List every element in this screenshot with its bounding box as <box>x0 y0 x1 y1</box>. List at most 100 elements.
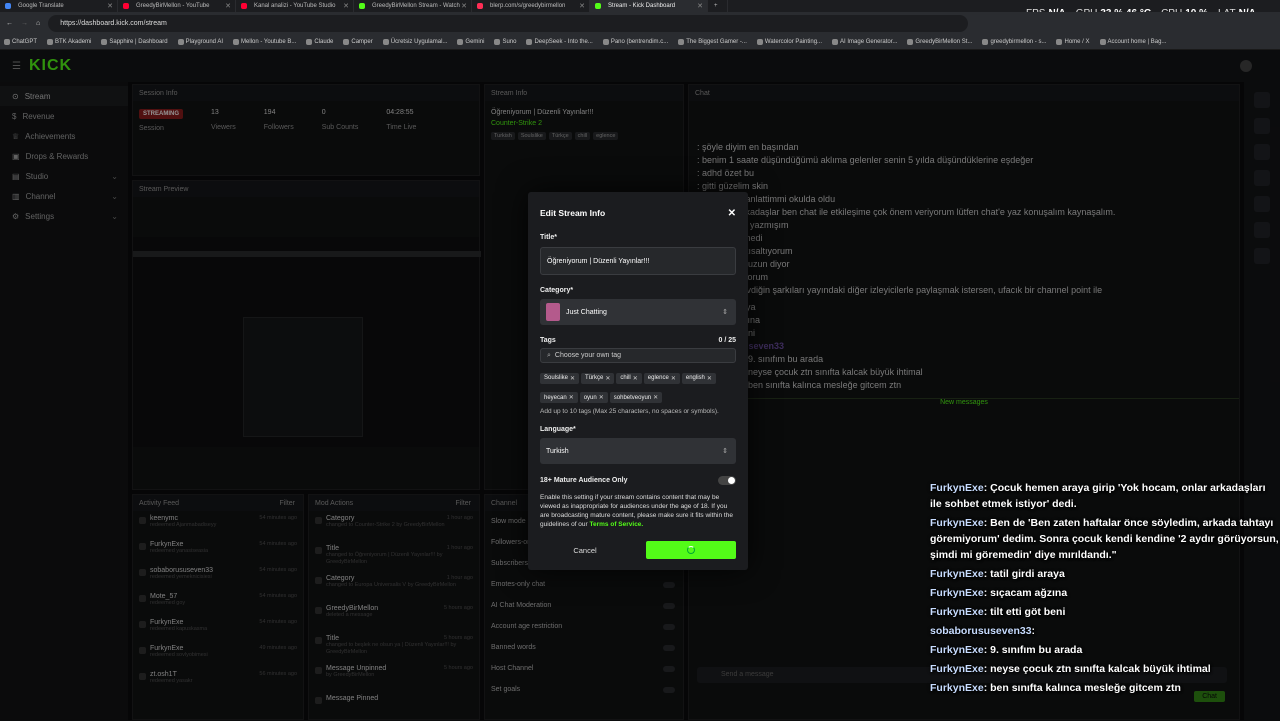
bookmark[interactable]: Sapphire | Dashboard <box>101 39 168 45</box>
sidebar-item-channel[interactable]: ▥ Channel ⌄ <box>0 186 128 206</box>
channel-setting[interactable]: Banned words <box>485 637 683 658</box>
close-icon[interactable]: ✕ <box>599 394 604 401</box>
toggle[interactable] <box>663 581 675 588</box>
bookmark[interactable]: Suno <box>494 39 516 45</box>
browser-tab[interactable]: Kanal analizi - YouTube Studio ✕ <box>236 0 354 12</box>
close-icon[interactable]: ✕ <box>569 394 574 401</box>
filter-button[interactable]: Filter <box>279 500 295 507</box>
sidebar-item-studio[interactable]: ▤ Studio ⌄ <box>0 166 128 186</box>
activity-user[interactable]: keenymc <box>150 515 216 522</box>
activity-user[interactable]: Mote_57 <box>150 593 185 600</box>
back-icon[interactable]: ← <box>6 20 13 27</box>
bookmark[interactable]: Watercolor Painting... <box>756 39 822 45</box>
rail-button[interactable] <box>1254 170 1270 186</box>
rail-button[interactable] <box>1254 196 1270 212</box>
close-icon[interactable]: ✕ <box>461 2 467 10</box>
mature-toggle[interactable] <box>718 476 736 485</box>
bookmark[interactable]: Camper <box>343 39 373 45</box>
toggle[interactable] <box>663 665 675 672</box>
close-icon[interactable]: ✕ <box>579 2 585 10</box>
tag-chip[interactable]: Soulslike ✕ <box>540 372 580 384</box>
browser-tab-active[interactable]: Stream - Kick Dashboard ✕ <box>590 0 708 12</box>
rail-button[interactable] <box>1254 118 1270 134</box>
close-icon[interactable]: ✕ <box>671 375 676 382</box>
tag-chip[interactable]: eglence ✕ <box>643 372 680 384</box>
bookmark[interactable]: Gemini <box>457 39 484 45</box>
close-icon[interactable]: ✕ <box>653 394 658 401</box>
tag-chip[interactable]: sohbetveoyun ✕ <box>609 392 663 403</box>
activity-user[interactable]: FurkynExe <box>150 645 208 652</box>
avatar[interactable] <box>1240 60 1252 72</box>
bookmark[interactable]: Mellon - Youtube B... <box>233 39 296 45</box>
toggle[interactable] <box>663 686 675 693</box>
tag-chip[interactable]: oyun ✕ <box>579 392 608 403</box>
bookmark[interactable]: ChatGPT <box>4 39 37 45</box>
new-messages-divider[interactable]: New messages <box>689 398 1239 406</box>
browser-tab[interactable]: blerp.com/s/greedybirmellon ✕ <box>472 0 590 12</box>
sidebar-item-stream[interactable]: ⊙ Stream <box>0 86 128 106</box>
browser-tab[interactable]: GreedyBirMellon - YouTube ✕ <box>118 0 236 12</box>
bookmark[interactable]: Ücretsiz Uygulamal... <box>382 39 447 45</box>
bookmark[interactable]: The Biggest Gamer -... <box>678 39 747 45</box>
bookmark[interactable]: Pano (bentrendim.c... <box>602 39 668 45</box>
tag-input[interactable]: ⌕ Choose your own tag <box>540 348 736 363</box>
rail-button[interactable] <box>1254 248 1270 264</box>
menu-icon[interactable]: ☰ <box>12 61 21 72</box>
sidebar-item-drops[interactable]: ▣ Drops & Rewards <box>0 146 128 166</box>
sidebar-item-revenue[interactable]: $ Revenue <box>0 106 128 126</box>
toggle[interactable] <box>663 623 675 630</box>
channel-setting[interactable]: AI Chat Moderation <box>485 595 683 616</box>
close-icon[interactable]: ✕ <box>343 2 349 10</box>
preview-video[interactable] <box>133 237 481 447</box>
toggle[interactable] <box>663 644 675 651</box>
browser-tab[interactable]: Google Translate ✕ <box>0 0 118 12</box>
channel-setting[interactable]: Set goals <box>485 679 683 700</box>
close-icon[interactable]: ✕ <box>570 375 575 382</box>
rail-button[interactable] <box>1254 222 1270 238</box>
new-tab-button[interactable]: + <box>708 0 728 12</box>
home-icon[interactable]: ⌂ <box>36 20 40 27</box>
rail-button[interactable] <box>1254 144 1270 160</box>
activity-user[interactable]: zt.osh1T <box>150 671 193 678</box>
bookmark[interactable]: greedybirmellon - s... <box>982 39 1046 45</box>
browser-tab[interactable]: GreedyBirMellon Stream - Watch ✕ <box>354 0 472 12</box>
title-input[interactable]: Öğreniyorum | Düzenli Yayınlar!!! <box>540 247 736 275</box>
close-icon[interactable]: ✕ <box>107 2 113 10</box>
filter-button[interactable]: Filter <box>455 500 471 507</box>
close-icon[interactable]: ✕ <box>605 375 610 382</box>
bookmark[interactable]: BTK Akademi <box>47 39 91 45</box>
save-button[interactable] <box>646 541 736 559</box>
channel-setting[interactable]: Account age restriction <box>485 616 683 637</box>
tag-chip[interactable]: heyecan ✕ <box>540 392 578 403</box>
tag-chip[interactable]: chill ✕ <box>616 372 642 384</box>
close-icon[interactable]: ✕ <box>225 2 231 10</box>
bookmark[interactable]: DeepSeek - Into the... <box>526 39 593 45</box>
cancel-button[interactable]: Cancel <box>540 546 630 555</box>
channel-setting[interactable]: Emotes-only chat <box>485 574 683 595</box>
channel-setting[interactable]: Host Channel <box>485 658 683 679</box>
kick-logo[interactable]: KICK <box>29 57 72 75</box>
close-icon[interactable]: ✕ <box>728 208 736 219</box>
activity-user[interactable]: FurkynExe <box>150 619 207 626</box>
terms-link[interactable]: Terms of Service. <box>590 521 644 528</box>
sidebar-item-settings[interactable]: ⚙ Settings ⌄ <box>0 206 128 226</box>
bookmark[interactable]: Account home | Bag... <box>1099 39 1166 45</box>
toggle[interactable] <box>663 602 675 609</box>
close-icon[interactable]: ✕ <box>707 375 712 382</box>
bookmark[interactable]: Playground AI <box>177 39 223 45</box>
tag-chip[interactable]: Türkçe ✕ <box>581 372 615 384</box>
close-icon[interactable]: ✕ <box>697 2 703 10</box>
forward-icon[interactable]: → <box>21 20 28 27</box>
tag-chip[interactable]: english ✕ <box>681 372 716 384</box>
rail-button[interactable] <box>1254 92 1270 108</box>
bookmark[interactable]: AI Image Generator... <box>832 39 897 45</box>
url-field[interactable]: https://dashboard.kick.com/stream <box>48 15 969 32</box>
bookmark[interactable]: Claude <box>306 39 333 45</box>
bookmark[interactable]: GreedyBirMellon St... <box>907 39 972 45</box>
activity-user[interactable]: FurkynExe <box>150 541 208 548</box>
close-icon[interactable]: ✕ <box>633 375 638 382</box>
sidebar-item-achievements[interactable]: ♕ Achievements <box>0 126 128 146</box>
category-select[interactable]: Just Chatting ⇕ <box>540 299 736 325</box>
language-select[interactable]: Turkish ⇕ <box>540 438 736 464</box>
stream-category[interactable]: Counter-Strike 2 <box>491 120 677 127</box>
